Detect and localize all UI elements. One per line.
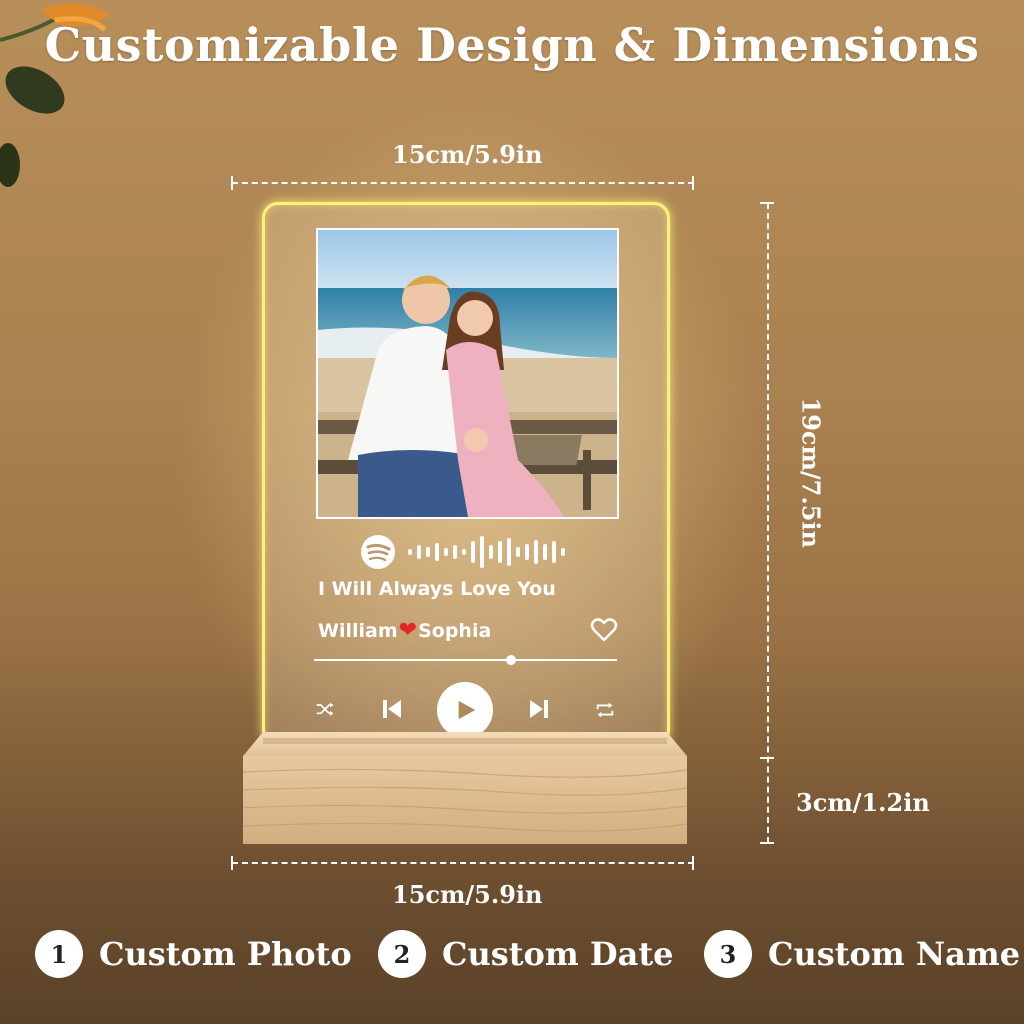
heart-icon: ❤ — [398, 618, 418, 643]
feature-custom-photo: 1 Custom Photo — [35, 930, 352, 978]
bottom-width-line — [232, 862, 694, 864]
progress-handle[interactable] — [505, 655, 516, 665]
top-width-line — [232, 182, 694, 184]
bottom-width-tick-left — [231, 856, 233, 870]
feature-label: Custom Name — [768, 935, 1021, 973]
progress-bar[interactable] — [314, 659, 617, 661]
height-line — [767, 203, 769, 843]
height-tick-bottom — [760, 842, 774, 844]
feature-label: Custom Photo — [99, 935, 352, 973]
feature-label: Custom Date — [442, 935, 674, 973]
like-heart-icon[interactable] — [590, 616, 618, 644]
height-tick-mid — [760, 757, 774, 759]
play-icon[interactable] — [455, 698, 477, 722]
top-width-tick-left — [231, 176, 233, 190]
top-width-label: 15cm/5.9in — [392, 140, 543, 169]
height-label: 19cm/7.5in — [796, 397, 826, 549]
feature-number-badge: 3 — [704, 930, 752, 978]
feature-number-badge: 2 — [378, 930, 426, 978]
feature-custom-date: 2 Custom Date — [378, 930, 674, 978]
custom-photo — [316, 228, 619, 519]
base-height-label: 3cm/1.2in — [796, 788, 930, 817]
height-tick-top — [760, 202, 774, 204]
song-title: I Will Always Love You — [318, 578, 556, 600]
wooden-base — [243, 732, 687, 844]
next-icon[interactable] — [527, 697, 551, 721]
bottom-width-tick-right — [692, 856, 694, 870]
previous-icon[interactable] — [380, 697, 404, 721]
feature-list: 1 Custom Photo 2 Custom Date 3 Custom Na… — [0, 930, 1024, 990]
top-width-tick-right — [692, 176, 694, 190]
soundwave-bars — [408, 536, 565, 568]
page-title: Customizable Design & Dimensions — [44, 18, 980, 72]
couple-names: William ❤ Sophia — [318, 618, 491, 643]
name-left: William — [318, 619, 398, 642]
shuffle-icon[interactable] — [313, 700, 337, 720]
repeat-icon[interactable] — [594, 699, 616, 721]
bottom-width-label: 15cm/5.9in — [392, 880, 543, 909]
name-right: Sophia — [418, 619, 492, 642]
feature-number-badge: 1 — [35, 930, 83, 978]
feature-custom-name: 3 Custom Name — [704, 930, 1020, 978]
spotify-code — [361, 535, 565, 569]
